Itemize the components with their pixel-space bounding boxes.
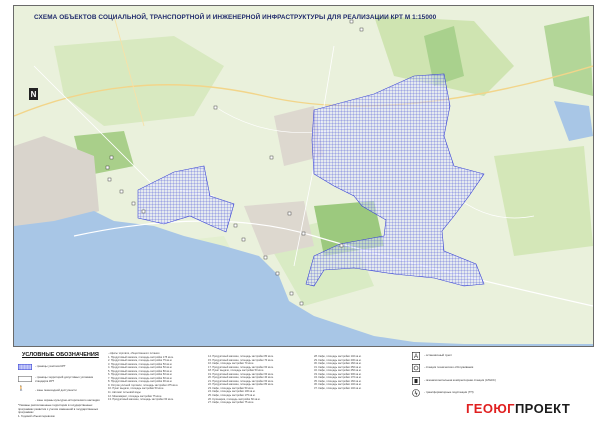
legend-item-label: - границы территорий допустимых условием… — [35, 375, 94, 383]
legend-note-2: 1. Годовой объем перевозок — [18, 414, 55, 418]
bus-stop-icon: A — [412, 352, 420, 360]
map-canvas[interactable] — [14, 6, 593, 346]
legend-item-label: - зоны пешеходной доступности — [35, 388, 77, 392]
map-title: СХЕМА ОБЪЕКТОВ СОЦИАЛЬНОЙ, ТРАНСПОРТНОЙ … — [34, 14, 437, 21]
logo-part-dark: ПРОЕКТ — [514, 401, 571, 416]
legend-item-label: - газонаполнительная компрессорная станц… — [424, 378, 496, 382]
company-logo: ГЕОЮГПРОЕКТ — [466, 401, 570, 416]
legend-row: 37. Кафе, площадь застройки 140 кв.м. — [314, 386, 362, 390]
legend-item-label: - трансформаторные подстанции (ТП) — [424, 390, 474, 394]
fuel-station-icon — [412, 377, 420, 385]
north-letter: N — [30, 90, 37, 99]
service-station-icon — [412, 364, 420, 372]
map-sheet: СХЕМА ОБЪЕКТОВ СОЦИАЛЬНОЙ, ТРАНСПОРТНОЙ … — [0, 0, 600, 426]
legend-item-label: - остановочный пункт — [424, 353, 452, 357]
legend-column-3: 14. Продуктовый магазин, площадь застрой… — [208, 355, 274, 405]
legend-item-label: - границы участков КРТ — [35, 364, 66, 368]
legend-row: 27. Кафе, площадь застройки 75 кв.м. — [208, 401, 254, 405]
svg-text:A: A — [414, 354, 418, 360]
walking-person-icon: 🚶 — [18, 386, 25, 392]
legend-row: 13. Продуктовый магазин, площадь застрой… — [108, 398, 174, 402]
hatched-area-icon — [18, 364, 32, 370]
legend-column-4: 28. Кафе, площадь застройки 140 кв.м. 29… — [314, 355, 361, 390]
map-frame[interactable]: СХЕМА ОБЪЕКТОВ СОЦИАЛЬНОЙ, ТРАНСПОРТНОЙ … — [13, 5, 594, 347]
blank-box-icon — [18, 376, 32, 382]
legend-heading: УСЛОВНЫЕ ОБОЗНАЧЕНИЯ — [22, 352, 99, 358]
logo-part-red: ГЕОЮГ — [466, 401, 515, 416]
legend-item-label: - станция технического обслуживания — [424, 365, 474, 369]
legend-column-2: - офисы торговли, общественного питания … — [108, 352, 178, 402]
transformer-icon — [412, 389, 420, 397]
